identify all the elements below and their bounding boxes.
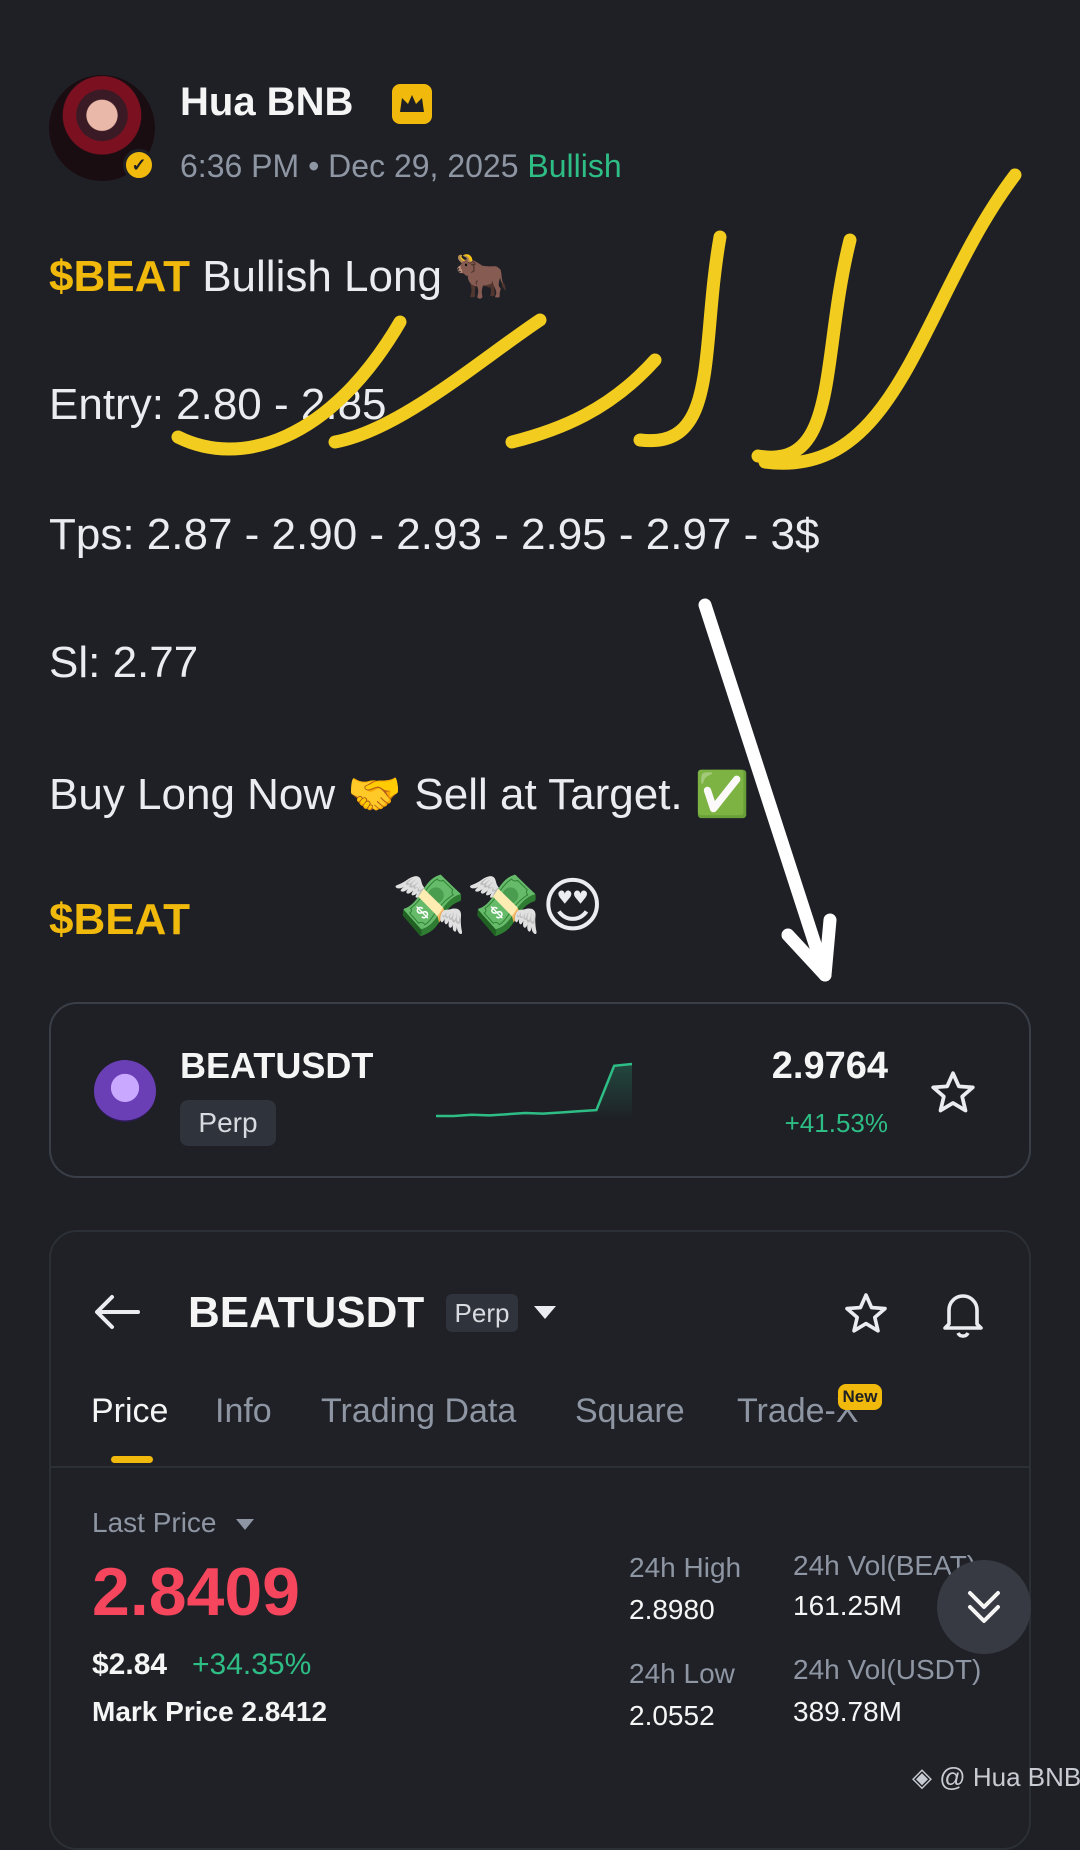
cashtag-beat-footer[interactable]: $BEAT (49, 895, 190, 944)
bull-emoji: 🐂 (454, 251, 509, 302)
post-title-line: $BEAT Bullish Long 🐂 (49, 250, 509, 302)
binance-logo-icon: ◈ (912, 1762, 932, 1792)
tabs-divider (49, 1466, 1031, 1468)
last-price-label[interactable]: Last Price (92, 1507, 217, 1539)
ticker-change: +41.53% (784, 1108, 888, 1138)
post-meta: 6:36 PM • Dec 29, 2025 Bullish (180, 148, 622, 185)
scroll-down-button[interactable] (937, 1560, 1031, 1654)
vol-beat-value: 161.25M (793, 1590, 902, 1621)
author-name[interactable]: Hua BNB (180, 80, 353, 125)
favorite-star-icon[interactable] (842, 1290, 890, 1338)
check-emoji: ✅ (694, 769, 750, 820)
crown-badge-icon (392, 84, 432, 124)
entry-line: Entry: 2.80 - 2.85 (49, 380, 387, 429)
verified-check-icon: ✓ (123, 149, 155, 181)
star-icon[interactable] (928, 1068, 978, 1118)
vol-usdt-value: 389.78M (793, 1696, 902, 1727)
cashtag-beat[interactable]: $BEAT (49, 252, 190, 301)
last-price-value: 2.8409 (92, 1554, 300, 1630)
tab-square[interactable]: Square (575, 1392, 685, 1431)
meta-separator: • (308, 148, 320, 184)
symbol-dropdown-icon[interactable] (534, 1306, 556, 1319)
new-badge: New (838, 1384, 882, 1410)
money-emojis: 💸💸😍 (392, 871, 604, 941)
handshake-emoji: 🤝 (347, 769, 403, 820)
market-type-chip: Perp (446, 1294, 518, 1332)
coin-logo-icon (94, 1060, 156, 1122)
high-label: 24h High (629, 1552, 742, 1583)
high-value: 2.8980 (629, 1594, 715, 1625)
tab-trading-data[interactable]: Trading Data (321, 1392, 516, 1431)
tab-info[interactable]: Info (215, 1392, 272, 1431)
last-price-dropdown-icon[interactable] (236, 1519, 254, 1530)
watermark-text: @ Hua BNB (939, 1762, 1080, 1792)
post-time: 6:36 PM (180, 148, 300, 184)
bell-icon[interactable] (938, 1288, 988, 1340)
tps-line: Tps: 2.87 - 2.90 - 2.93 - 2.95 - 2.97 - … (49, 510, 820, 559)
back-arrow-icon[interactable] (92, 1292, 142, 1332)
tab-price[interactable]: Price (91, 1392, 168, 1431)
ticker-symbol: BEATUSDT (180, 1045, 374, 1086)
sl-line: Sl: 2.77 (49, 638, 199, 687)
post-date: Dec 29, 2025 (328, 148, 519, 184)
vol-usdt-label: 24h Vol(USDT) (793, 1654, 982, 1685)
buy-text: Buy Long Now (49, 770, 348, 819)
ticker-price: 2.9764 (771, 1045, 888, 1087)
buy-line: Buy Long Now 🤝 Sell at Target. ✅ (49, 768, 750, 820)
watermark: ◈ @ Hua BNB (912, 1762, 1080, 1793)
title-text: Bullish Long (189, 252, 455, 301)
ticker-type-chip: Perp (180, 1100, 276, 1146)
double-chevron-down-icon (968, 1591, 1000, 1623)
low-value: 2.0552 (629, 1700, 715, 1731)
usd-change: +34.35% (192, 1648, 312, 1681)
mark-price: Mark Price 2.8412 (92, 1696, 328, 1727)
footer-tag-line: $BEAT (49, 895, 190, 945)
market-symbol[interactable]: BEATUSDT (188, 1288, 424, 1338)
sell-text: Sell at Target. (402, 770, 695, 819)
active-tab-indicator (111, 1456, 153, 1463)
sparkline-chart (436, 1062, 632, 1120)
sentiment-tag[interactable]: Bullish (527, 148, 621, 184)
usd-price: $2.84 (92, 1648, 168, 1681)
low-label: 24h Low (629, 1658, 735, 1689)
